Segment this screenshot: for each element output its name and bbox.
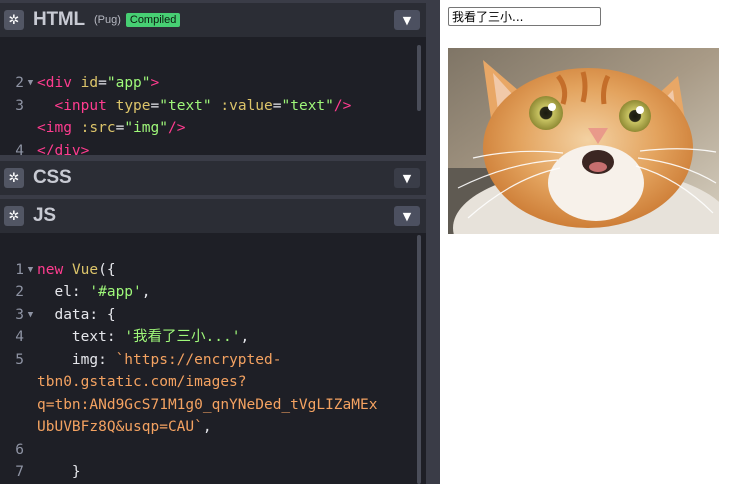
code-line: tbn0.gstatic.com/images? bbox=[37, 374, 247, 390]
code-line: 1 ▼ new Vue({ bbox=[0, 259, 426, 282]
gear-icon[interactable]: ✲ bbox=[4, 168, 24, 188]
code-editor: ✲ HTML (Pug) Compiled ▼ 2 ▼ <div id="app">… bbox=[0, 0, 440, 484]
code-line: 3 <input type="text" :value="text"/> bbox=[15, 97, 352, 114]
gear-icon[interactable]: ✲ bbox=[4, 10, 24, 30]
html-panel-header: ✲ HTML (Pug) Compiled ▼ bbox=[0, 3, 426, 37]
css-panel-title: CSS bbox=[33, 167, 72, 188]
code-line: 4 </div> bbox=[15, 142, 90, 156]
fold-arrow-icon[interactable]: ▼ bbox=[24, 259, 37, 282]
code-line: <img :src="img"/> bbox=[37, 120, 186, 136]
fold-arrow-icon[interactable]: ▼ bbox=[24, 304, 37, 327]
chevron-down-icon[interactable]: ▼ bbox=[394, 206, 420, 226]
html-scrollbar[interactable] bbox=[417, 45, 421, 111]
preprocessor-label: (Pug) bbox=[93, 14, 121, 26]
code-line: q=tbn:ANd9GcS71M1g0_qnYNeDed_tVgLIZaMEx bbox=[37, 396, 378, 413]
js-scrollbar[interactable] bbox=[417, 235, 421, 484]
js-code-area[interactable]: 1 ▼ new Vue({ 2 el: '#app', 3 ▼ data: { 4 text… bbox=[0, 233, 426, 484]
fold-arrow-icon[interactable]: ▼ bbox=[24, 72, 37, 95]
code-line: 6 bbox=[15, 441, 24, 458]
code-line: 5 img: `https://encrypted- bbox=[15, 351, 282, 368]
cat-photo bbox=[448, 48, 719, 234]
compiled-badge: Compiled bbox=[125, 13, 181, 27]
text-input[interactable] bbox=[448, 7, 601, 26]
gear-icon[interactable]: ✲ bbox=[4, 206, 24, 226]
code-line: 4 text: '我看了三小...', bbox=[15, 329, 250, 345]
html-code-area[interactable]: 2 ▼ <div id="app"> 3 <input type="text" :va… bbox=[0, 37, 426, 155]
js-code: 1 ▼ new Vue({ 2 el: '#app', 3 ▼ data: { 4 text… bbox=[0, 236, 426, 484]
html-code: 2 ▼ <div id="app"> 3 <input type="text" :va… bbox=[0, 37, 426, 155]
js-panel-header: ✲ JS ▼ bbox=[0, 199, 426, 233]
code-line: 3 ▼ data: { bbox=[0, 304, 426, 327]
code-line: UbUVBFz8Q&usqp=CAU`, bbox=[37, 419, 212, 435]
code-line: 2 ▼ <div id="app"> bbox=[0, 72, 426, 95]
js-panel-title: JS bbox=[33, 205, 56, 226]
cat-image bbox=[448, 48, 719, 234]
chevron-down-icon[interactable]: ▼ bbox=[394, 10, 420, 30]
code-line: 2 el: '#app', bbox=[15, 284, 151, 300]
css-panel-header: ✲ CSS ▼ bbox=[0, 161, 426, 195]
html-panel-title: HTML bbox=[33, 9, 85, 30]
chevron-down-icon[interactable]: ▼ bbox=[394, 168, 420, 188]
result-preview bbox=[440, 0, 749, 484]
code-line: 7 } bbox=[15, 464, 81, 480]
